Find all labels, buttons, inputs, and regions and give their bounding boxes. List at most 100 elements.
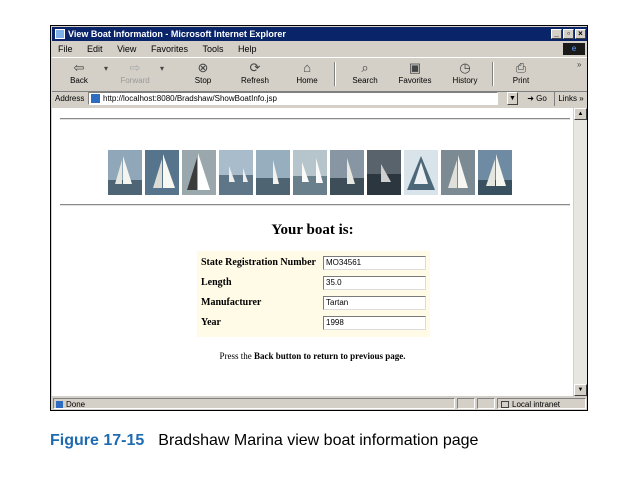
links-button[interactable]: Links » bbox=[554, 91, 587, 106]
sailboat-photo bbox=[182, 150, 216, 195]
scroll-down-icon[interactable]: ▼ bbox=[574, 384, 587, 396]
registration-field[interactable]: MO34561 bbox=[323, 256, 426, 270]
search-icon: ⌕ bbox=[361, 60, 369, 75]
stop-button[interactable]: ⊗ Stop bbox=[180, 60, 226, 88]
menu-edit[interactable]: Edit bbox=[87, 42, 103, 56]
menu-view[interactable]: View bbox=[117, 42, 136, 56]
browser-window: View Boat Information - Microsoft Intern… bbox=[50, 25, 588, 411]
scroll-up-icon[interactable]: ▲ bbox=[574, 108, 587, 120]
standard-toolbar: ⇦ Back ▾ ⇨ Forward ▾ ⊗ Stop ⟳ Refresh ⌂ … bbox=[52, 57, 587, 92]
sailboat-photo bbox=[404, 150, 438, 195]
year-field[interactable]: 1998 bbox=[323, 316, 426, 330]
ie-page-icon bbox=[91, 94, 100, 103]
toolbar-separator bbox=[492, 62, 494, 86]
status-text-panel: Done bbox=[53, 398, 455, 409]
caption-text: Bradshaw Marina view boat information pa… bbox=[158, 432, 479, 449]
menu-help[interactable]: Help bbox=[238, 42, 257, 56]
sailboat-photo bbox=[367, 150, 401, 195]
sailboat-photo bbox=[478, 150, 512, 195]
intranet-icon bbox=[501, 401, 509, 408]
ie-throbber-icon: e bbox=[563, 43, 585, 55]
year-label: Year bbox=[201, 317, 221, 328]
status-panel bbox=[457, 398, 475, 409]
sailboat-photo bbox=[293, 150, 327, 195]
print-label: Print bbox=[512, 76, 530, 85]
refresh-button[interactable]: ⟳ Refresh bbox=[232, 60, 278, 88]
stop-label: Stop bbox=[194, 76, 212, 85]
manufacturer-field[interactable]: Tartan bbox=[323, 296, 426, 310]
address-label: Address bbox=[55, 94, 85, 103]
back-icon: ⇦ bbox=[73, 60, 85, 75]
close-button[interactable]: × bbox=[575, 29, 586, 39]
table-row: Manufacturer Tartan bbox=[197, 294, 430, 313]
page-content: Your boat is: State Registration Number … bbox=[52, 108, 573, 396]
status-bar: Done Local intranet bbox=[52, 398, 587, 410]
refresh-label: Refresh bbox=[240, 76, 269, 85]
print-icon: ⎙ bbox=[515, 60, 527, 75]
minimize-button[interactable]: _ bbox=[551, 29, 562, 39]
history-label: History bbox=[452, 76, 478, 85]
manufacturer-label: Manufacturer bbox=[201, 297, 262, 308]
toolbar-separator bbox=[334, 62, 336, 86]
sailboat-photo bbox=[256, 150, 290, 195]
sailboat-photo bbox=[108, 150, 142, 195]
history-icon: ◷ bbox=[459, 60, 471, 75]
back-label: Back bbox=[70, 76, 88, 85]
print-button[interactable]: ⎙ Print bbox=[498, 60, 544, 88]
boat-info-table: State Registration Number MO34561 Length… bbox=[197, 251, 430, 337]
figure-caption: Figure 17-15 Bradshaw Marina view boat in… bbox=[50, 432, 610, 450]
table-row: Year 1998 bbox=[197, 314, 430, 333]
home-icon: ⌂ bbox=[303, 60, 311, 75]
favorites-icon: ▣ bbox=[408, 60, 422, 75]
home-button[interactable]: ⌂ Home bbox=[284, 60, 330, 88]
home-label: Home bbox=[296, 76, 318, 85]
length-field[interactable]: 35.0 bbox=[323, 276, 426, 290]
search-label: Search bbox=[352, 76, 378, 85]
ie-page-icon bbox=[56, 401, 63, 408]
figure-number: Figure 17-15 bbox=[50, 432, 145, 449]
zone-text: Local intranet bbox=[512, 400, 561, 409]
links-label: Links bbox=[558, 94, 577, 103]
zone-panel: Local intranet bbox=[497, 398, 586, 409]
back-dropdown-icon[interactable]: ▾ bbox=[104, 64, 108, 73]
favorites-button[interactable]: ▣ Favorites bbox=[392, 60, 438, 88]
address-dropdown-icon[interactable]: ▼ bbox=[507, 92, 518, 105]
address-url: http://localhost:8080/Bradshaw/ShowBoatI… bbox=[103, 94, 277, 103]
sailboat-photo bbox=[145, 150, 179, 195]
back-button[interactable]: ⇦ Back bbox=[56, 60, 102, 88]
stop-icon: ⊗ bbox=[197, 60, 209, 75]
status-text: Done bbox=[66, 400, 86, 409]
vertical-scrollbar[interactable]: ▲ ▼ bbox=[574, 108, 587, 396]
forward-label: Forward bbox=[120, 76, 150, 85]
photo-strip bbox=[108, 150, 522, 195]
maximize-button[interactable]: ▫ bbox=[563, 29, 574, 39]
search-button[interactable]: ⌕ Search bbox=[342, 60, 388, 88]
refresh-icon: ⟳ bbox=[249, 60, 261, 75]
toolbar-overflow-icon[interactable]: » bbox=[577, 60, 581, 69]
forward-button[interactable]: ⇨ Forward bbox=[112, 60, 158, 88]
forward-icon: ⇨ bbox=[129, 60, 141, 75]
menu-bar: File Edit View Favorites Tools Help e bbox=[52, 42, 587, 56]
sailboat-photo bbox=[330, 150, 364, 195]
length-label: Length bbox=[201, 277, 232, 288]
table-row: Length 35.0 bbox=[197, 274, 430, 293]
go-arrow-icon: ➜ bbox=[527, 94, 534, 103]
menu-favorites[interactable]: Favorites bbox=[151, 42, 188, 56]
forward-dropdown-icon[interactable]: ▾ bbox=[160, 64, 164, 73]
history-button[interactable]: ◷ History bbox=[442, 60, 488, 88]
title-bar[interactable]: View Boat Information - Microsoft Intern… bbox=[52, 27, 587, 41]
back-instruction: Press the Back button to return to previ… bbox=[52, 351, 573, 361]
status-panel bbox=[477, 398, 495, 409]
note-prefix: Press the bbox=[219, 351, 252, 361]
menu-tools[interactable]: Tools bbox=[202, 42, 223, 56]
ie-app-icon bbox=[55, 29, 65, 39]
menu-file[interactable]: File bbox=[58, 42, 73, 56]
sailboat-photo bbox=[441, 150, 475, 195]
sailboat-photo bbox=[219, 150, 253, 195]
page-title: Your boat is: bbox=[271, 222, 354, 238]
table-row: State Registration Number MO34561 bbox=[197, 254, 430, 273]
go-label: Go bbox=[536, 94, 547, 103]
go-button[interactable]: ➜ Go bbox=[521, 91, 553, 106]
address-field[interactable]: http://localhost:8080/Bradshaw/ShowBoatI… bbox=[88, 92, 498, 105]
address-bar: Address http://localhost:8080/Bradshaw/S… bbox=[52, 91, 587, 106]
